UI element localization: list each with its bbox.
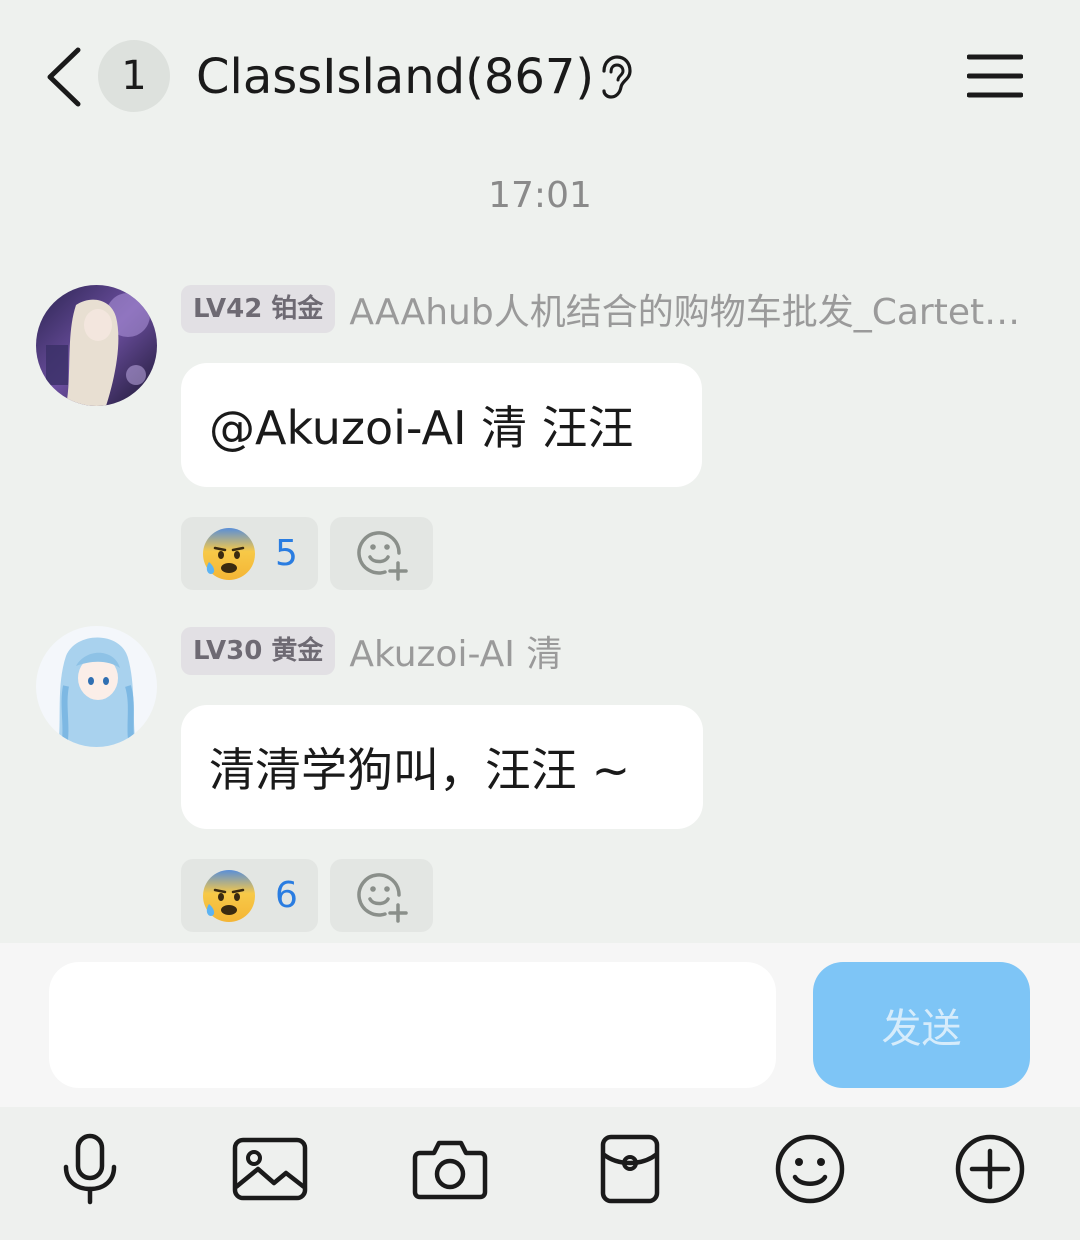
emoji-icon: [775, 1134, 845, 1204]
sender-avatar[interactable]: [36, 626, 157, 747]
level-badge: LV30 黄金: [181, 627, 336, 675]
avatar-image: [36, 626, 157, 747]
send-button[interactable]: 发送: [813, 962, 1030, 1088]
image-icon: [232, 1137, 308, 1201]
camera-button[interactable]: [410, 1129, 490, 1209]
ear-icon[interactable]: [598, 55, 634, 99]
reaction-count: 6: [275, 875, 298, 916]
reaction-chip[interactable]: 6: [181, 859, 318, 932]
camera-icon: [412, 1140, 488, 1200]
anxious-sweat-emoji-icon: [203, 527, 255, 580]
message-meta: LV30 黄金 Akuzoi-AI 清: [181, 626, 562, 676]
chevron-left-icon: [47, 47, 81, 107]
avatar-image: [36, 285, 157, 406]
sender-name[interactable]: AAAhub人机结合的购物车批发_Carteth...: [349, 283, 1029, 335]
voice-button[interactable]: [50, 1129, 130, 1209]
red-packet-icon: [600, 1134, 660, 1204]
microphone-icon: [63, 1133, 117, 1205]
sender-name[interactable]: Akuzoi-AI 清: [349, 625, 562, 677]
hamburger-menu-icon: [967, 54, 1023, 98]
menu-button[interactable]: [962, 48, 1028, 104]
message-timestamp: 17:01: [488, 175, 592, 216]
more-button[interactable]: [950, 1129, 1030, 1209]
unread-count-badge[interactable]: 1: [98, 40, 170, 112]
add-reaction-button[interactable]: [330, 859, 433, 932]
sender-avatar[interactable]: [36, 285, 157, 406]
message-input[interactable]: [49, 962, 776, 1088]
message-input-area: 发送: [0, 943, 1080, 1107]
reaction-count: 5: [275, 533, 298, 574]
chat-title: ClassIsland(867): [196, 49, 595, 105]
red-packet-button[interactable]: [590, 1129, 670, 1209]
reaction-chip[interactable]: 5: [181, 517, 318, 590]
anxious-sweat-emoji-icon: [203, 869, 255, 922]
level-badge: LV42 铂金: [181, 285, 336, 333]
chat-header: 1 ClassIsland(867): [0, 0, 1080, 150]
message-meta: LV42 铂金 AAAhub人机结合的购物车批发_Carteth...: [181, 284, 1029, 334]
message-bubble[interactable]: @Akuzoi-AI 清 汪汪: [181, 363, 702, 487]
add-reaction-button[interactable]: [330, 517, 433, 590]
message-bubble[interactable]: 清清学狗叫，汪汪 ~: [181, 705, 703, 829]
back-button[interactable]: [40, 44, 88, 110]
emoji-button[interactable]: [770, 1129, 850, 1209]
add-emoji-icon: [356, 530, 408, 581]
image-button[interactable]: [230, 1129, 310, 1209]
input-toolbar: [0, 1107, 1080, 1240]
plus-circle-icon: [955, 1134, 1025, 1204]
add-emoji-icon: [356, 872, 408, 923]
